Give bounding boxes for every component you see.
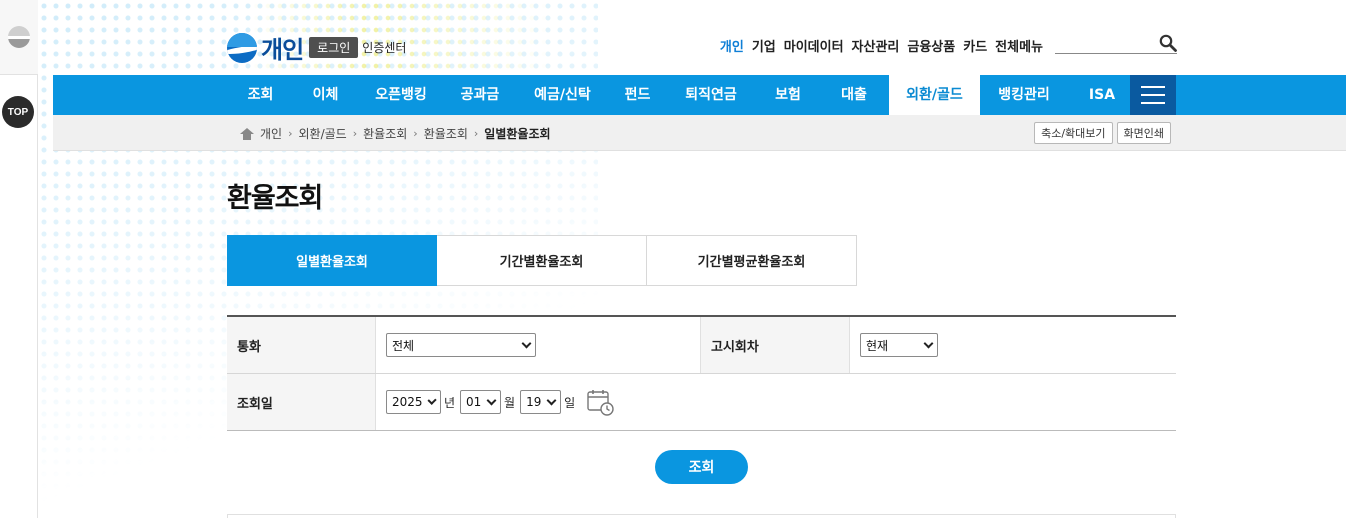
search-input[interactable] xyxy=(1055,33,1155,53)
search-box xyxy=(1055,32,1177,54)
main-nav-item[interactable]: 대출 xyxy=(819,75,889,115)
form-row-date: 조회일 2025 년 01 월 19 일 xyxy=(227,374,1176,431)
main-nav-item[interactable]: 공과금 xyxy=(445,75,515,115)
topnav-item[interactable]: 금융상품 xyxy=(907,36,955,55)
chevron-down-icon xyxy=(427,395,437,405)
year-unit: 년 xyxy=(444,395,456,410)
main-nav: 조회 이체 오픈뱅킹 공과금 예금/신탁 펀드 퇴직연금 보험 대출 외환/골드 뱅킹관리 ISA xyxy=(53,75,1346,115)
breadcrumb-item[interactable]: 환율조회 xyxy=(424,125,468,142)
topnav-item[interactable]: 마이데이터 xyxy=(784,36,844,55)
chevron-down-icon xyxy=(486,395,497,405)
main-nav-items: 조회 이체 오픈뱅킹 공과금 예금/신탁 펀드 퇴직연금 보험 대출 외환/골드 뱅킹관리 ISA xyxy=(227,75,1136,115)
main-nav-item[interactable]: 펀드 xyxy=(610,75,665,115)
tab-period-average-rate[interactable]: 기간별평균환율조회 xyxy=(647,235,857,286)
tab-daily-rate[interactable]: 일별환율조회 xyxy=(227,235,437,286)
tab-list: 일별환율조회 기간별환율조회 기간별평균환율조회 xyxy=(227,235,857,286)
topnav-item[interactable]: 자산관리 xyxy=(852,36,900,55)
year-select[interactable]: 2025 xyxy=(386,390,441,414)
tab-period-rate[interactable]: 기간별환율조회 xyxy=(437,235,647,286)
breadcrumb-bar: 개인 › 외환/골드 › 환율조회 › 환율조회 › 일별환율조회 축소/확대보기 화면인쇄 xyxy=(53,115,1346,151)
breadcrumb-separator-icon: › xyxy=(413,127,418,140)
chevron-down-icon xyxy=(546,395,557,405)
topnav-item[interactable]: 전체메뉴 xyxy=(995,36,1043,55)
main-nav-item[interactable]: 오픈뱅킹 xyxy=(357,75,445,115)
topnav-item[interactable]: 카드 xyxy=(963,36,987,55)
rail-logo-box xyxy=(0,0,38,75)
logo-text: 개인 xyxy=(261,36,304,64)
top-nav: 개인 기업 마이데이터 자산관리 금융상품 카드 전체메뉴 xyxy=(720,36,1043,55)
day-select[interactable]: 19 xyxy=(520,390,562,414)
login-button[interactable]: 로그인 xyxy=(309,37,359,58)
main-nav-item[interactable]: 뱅킹관리 xyxy=(980,75,1068,115)
chevron-down-icon xyxy=(521,338,532,348)
main-nav-item[interactable]: ISA xyxy=(1068,75,1136,115)
calendar-icon[interactable] xyxy=(586,388,614,416)
cert-center-link[interactable]: 인증센터 xyxy=(362,39,406,56)
currency-select[interactable]: 전체 xyxy=(386,333,536,357)
page-title: 환율조회 xyxy=(227,183,323,214)
scroll-top-button[interactable]: TOP xyxy=(2,96,34,128)
breadcrumb-item[interactable]: 외환/골드 xyxy=(299,125,347,142)
search-icon[interactable] xyxy=(1159,34,1177,52)
search-form: 통화 전체 고시회차 현재 조회일 2025 년 01 월 19 일 xyxy=(227,315,1176,431)
topnav-item[interactable]: 기업 xyxy=(752,36,776,55)
main-nav-item[interactable]: 이체 xyxy=(294,75,357,115)
bank-logo-icon xyxy=(227,32,257,63)
topnav-item[interactable]: 개인 xyxy=(720,36,744,55)
print-button[interactable]: 화면인쇄 xyxy=(1116,122,1171,144)
zoom-button[interactable]: 축소/확대보기 xyxy=(1034,122,1113,144)
month-unit: 월 xyxy=(504,395,516,410)
main-nav-item[interactable]: 외환/골드 xyxy=(889,75,980,115)
day-unit: 일 xyxy=(564,395,576,410)
logo[interactable]: 개인 로그인 인증센터 xyxy=(227,30,406,65)
util-buttons: 축소/확대보기 화면인쇄 xyxy=(1034,122,1171,144)
breadcrumb-item: 일별환율조회 xyxy=(484,127,551,141)
home-icon[interactable] xyxy=(240,127,254,140)
month-select[interactable]: 01 xyxy=(460,390,502,414)
date-label: 조회일 xyxy=(227,374,376,430)
breadcrumb-item[interactable]: 환율조회 xyxy=(363,125,407,142)
menu-button[interactable] xyxy=(1130,75,1176,115)
menu-icon xyxy=(1141,86,1165,88)
left-rail: TOP xyxy=(0,0,38,518)
header: 개인 로그인 인증센터 개인 기업 마이데이터 자산관리 금융상품 카드 전체메뉴 xyxy=(227,28,1177,68)
breadcrumb-item[interactable]: 개인 xyxy=(260,125,282,142)
notice-round-select[interactable]: 현재 xyxy=(860,333,938,357)
notice-round-label: 고시회차 xyxy=(701,317,850,373)
main-nav-item[interactable]: 보험 xyxy=(757,75,819,115)
chevron-down-icon xyxy=(923,338,934,348)
bank-symbol-icon xyxy=(8,26,30,48)
search-button[interactable]: 조회 xyxy=(655,450,748,484)
main-nav-item[interactable]: 조회 xyxy=(227,75,294,115)
main-nav-item[interactable]: 퇴직연금 xyxy=(665,75,757,115)
main-nav-item[interactable]: 예금/신탁 xyxy=(515,75,610,115)
form-row-currency: 통화 전체 고시회차 현재 xyxy=(227,317,1176,374)
breadcrumb-separator-icon: › xyxy=(473,127,479,140)
breadcrumb: 개인 › 외환/골드 › 환율조회 › 환율조회 › 일별환율조회 xyxy=(240,125,551,142)
breadcrumb-separator-icon: › xyxy=(352,127,358,140)
currency-label: 통화 xyxy=(227,317,376,373)
breadcrumb-separator-icon: › xyxy=(288,127,293,140)
results-area-edge xyxy=(227,514,1176,518)
